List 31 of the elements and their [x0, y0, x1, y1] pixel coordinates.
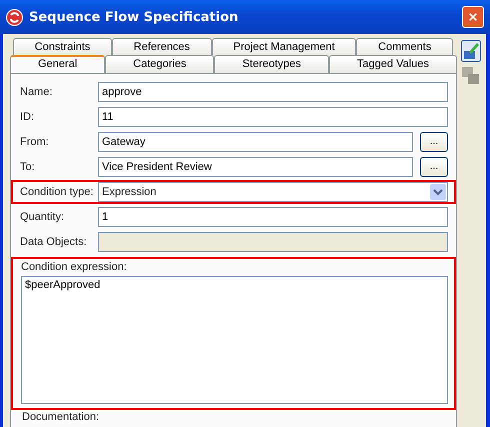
browse-button[interactable]: ... — [420, 132, 448, 152]
field-label: To: — [20, 160, 36, 174]
expression-text-area[interactable]: $peerApproved — [21, 276, 448, 404]
tab[interactable]: Categories — [105, 55, 214, 73]
tab[interactable]: Comments — [356, 38, 454, 55]
field-label: ID: — [20, 110, 36, 124]
condition-type-dropdown[interactable]: Expression — [98, 182, 448, 202]
browse-button[interactable]: ... — [420, 157, 448, 177]
tab[interactable]: Constraints — [13, 38, 112, 55]
input-field[interactable]: Vice President Review — [98, 157, 413, 177]
field-label: Condition expression: — [21, 261, 127, 274]
field-label: Name: — [20, 86, 54, 98]
close-button[interactable] — [462, 6, 484, 28]
edit-document-icon[interactable] — [461, 40, 481, 62]
app-logo-icon — [6, 8, 23, 26]
tab[interactable]: References — [112, 38, 212, 55]
input-field[interactable]: approve — [98, 82, 448, 102]
input-field[interactable]: 1 — [98, 207, 448, 227]
tab[interactable]: Stereotypes — [214, 55, 330, 73]
tab[interactable]: General — [10, 55, 106, 73]
close-icon[interactable] — [469, 11, 477, 23]
tab[interactable]: Project Management — [212, 38, 356, 55]
tab[interactable]: Tagged Values — [329, 55, 458, 73]
field-label: Documentation: — [21, 410, 100, 424]
field-label: Data Objects: — [20, 236, 88, 248]
window-title: Sequence Flow Specification — [29, 10, 238, 24]
field-label: Quantity: — [20, 210, 66, 224]
input-field[interactable]: 11 — [98, 107, 448, 127]
field-label: From: — [20, 136, 50, 148]
field-label: Condition type: — [20, 186, 94, 198]
input-field[interactable]: Gateway — [98, 132, 413, 152]
